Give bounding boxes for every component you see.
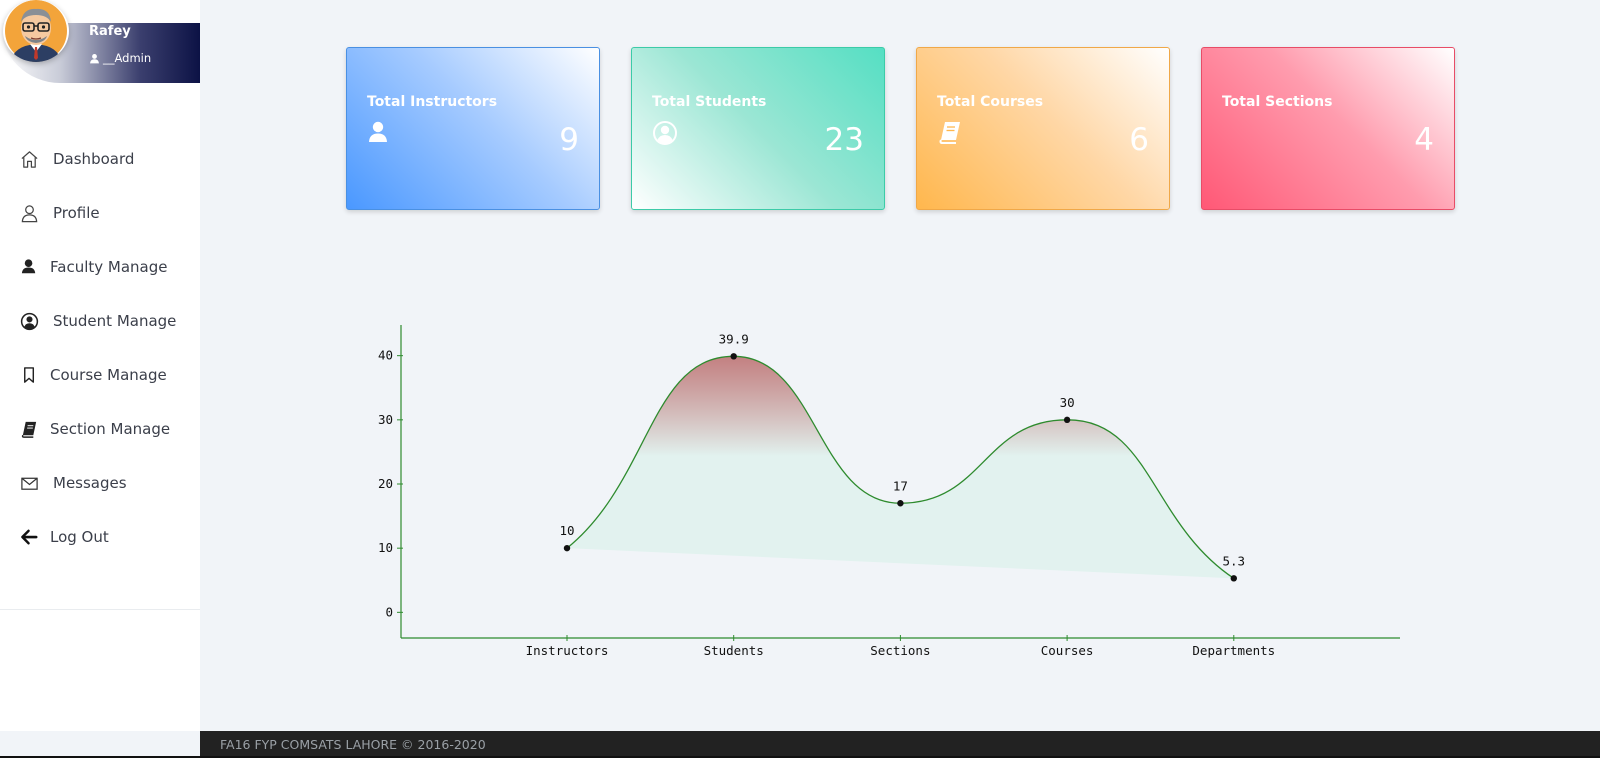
user-small-icon	[90, 53, 99, 63]
profile-role: __Admin	[89, 51, 151, 65]
sidebar-item-label: Course Manage	[50, 366, 167, 384]
data-point	[730, 353, 737, 360]
sidebar-item-student-manage[interactable]: Student Manage	[0, 294, 200, 348]
card-value: 23	[824, 122, 864, 158]
arrow-left-icon	[19, 527, 39, 547]
data-point	[897, 500, 904, 507]
y-tick-label: 10	[378, 540, 393, 555]
book-icon	[19, 419, 39, 439]
sidebar-nav: Dashboard Profile Faculty Manage Student…	[0, 132, 200, 564]
card-total-students[interactable]: Total Students 23	[631, 47, 885, 210]
sidebar-item-faculty-manage[interactable]: Faculty Manage	[0, 240, 200, 294]
card-value: 9	[559, 122, 579, 158]
bookmark-icon	[19, 365, 39, 385]
sidebar: Rafey __Admin Dashboard Profile Faculty …	[0, 0, 200, 731]
sidebar-item-course-manage[interactable]: Course Manage	[0, 348, 200, 402]
sidebar-item-label: Log Out	[50, 528, 109, 546]
book-icon	[937, 120, 963, 146]
card-total-instructors[interactable]: Total Instructors 9	[346, 47, 600, 210]
x-tick-label: Instructors	[526, 643, 609, 658]
user-outline-icon	[19, 203, 39, 223]
card-value: 6	[1129, 122, 1149, 158]
data-label: 30	[1060, 395, 1075, 410]
sidebar-item-label: Dashboard	[53, 150, 135, 168]
x-tick-label: Students	[704, 643, 764, 658]
sidebar-item-dashboard[interactable]: Dashboard	[0, 132, 200, 186]
data-label: 39.9	[719, 331, 749, 346]
sidebar-item-label: Section Manage	[50, 420, 171, 438]
data-label: 5.3	[1223, 553, 1246, 568]
profile-name: Rafey	[89, 24, 131, 39]
card-title: Total Sections	[1222, 94, 1333, 110]
card-value: 4	[1414, 122, 1434, 158]
user-solid-icon	[367, 120, 393, 146]
card-total-courses[interactable]: Total Courses 6	[916, 47, 1170, 210]
card-total-sections[interactable]: Total Sections 4	[1201, 47, 1455, 210]
sidebar-item-label: Student Manage	[53, 312, 177, 330]
overview-area-chart: 0 10 20 30 40 Instructors Students Sections Cour…	[360, 325, 1410, 665]
data-point	[1230, 575, 1237, 582]
avatar-cartoon-icon	[5, 0, 67, 62]
y-tick-label: 0	[385, 604, 393, 619]
y-tick-label: 40	[378, 348, 393, 363]
sidebar-item-label: Messages	[53, 474, 127, 492]
y-tick-label: 20	[378, 476, 393, 491]
data-point	[1063, 416, 1071, 424]
avatar[interactable]	[3, 0, 69, 62]
home-icon	[19, 149, 39, 169]
sidebar-item-label: Profile	[53, 204, 100, 222]
y-tick-label: 30	[378, 412, 393, 427]
card-title: Total Courses	[937, 94, 1044, 110]
sidebar-divider	[0, 609, 200, 610]
footer-text: FA16 FYP COMSATS LAHORE © 2016-2020	[220, 737, 486, 752]
user-solid-icon	[19, 257, 39, 277]
card-title: Total Instructors	[367, 94, 498, 110]
user-circle-icon	[19, 311, 39, 331]
sidebar-item-log-out[interactable]: Log Out	[0, 510, 200, 564]
x-tick-label: Departments	[1192, 643, 1275, 658]
x-tick-label: Courses	[1041, 643, 1094, 658]
x-tick-label: Sections	[870, 643, 930, 658]
user-circle-icon	[652, 120, 678, 146]
sidebar-item-section-manage[interactable]: Section Manage	[0, 402, 200, 456]
profile-role-label: __Admin	[103, 51, 152, 65]
sidebar-item-label: Faculty Manage	[50, 258, 168, 276]
sidebar-item-profile[interactable]: Profile	[0, 186, 200, 240]
data-point	[563, 544, 571, 552]
card-title: Total Students	[652, 94, 767, 110]
footer: FA16 FYP COMSATS LAHORE © 2016-2020	[200, 731, 1600, 758]
chart-area-fill	[567, 356, 1234, 579]
sidebar-item-messages[interactable]: Messages	[0, 456, 200, 510]
data-label: 10	[559, 523, 574, 538]
data-label: 17	[893, 478, 908, 493]
envelope-icon	[19, 473, 39, 493]
chart-svg: 0 10 20 30 40 Instructors Students Sections Cour…	[378, 325, 1400, 658]
